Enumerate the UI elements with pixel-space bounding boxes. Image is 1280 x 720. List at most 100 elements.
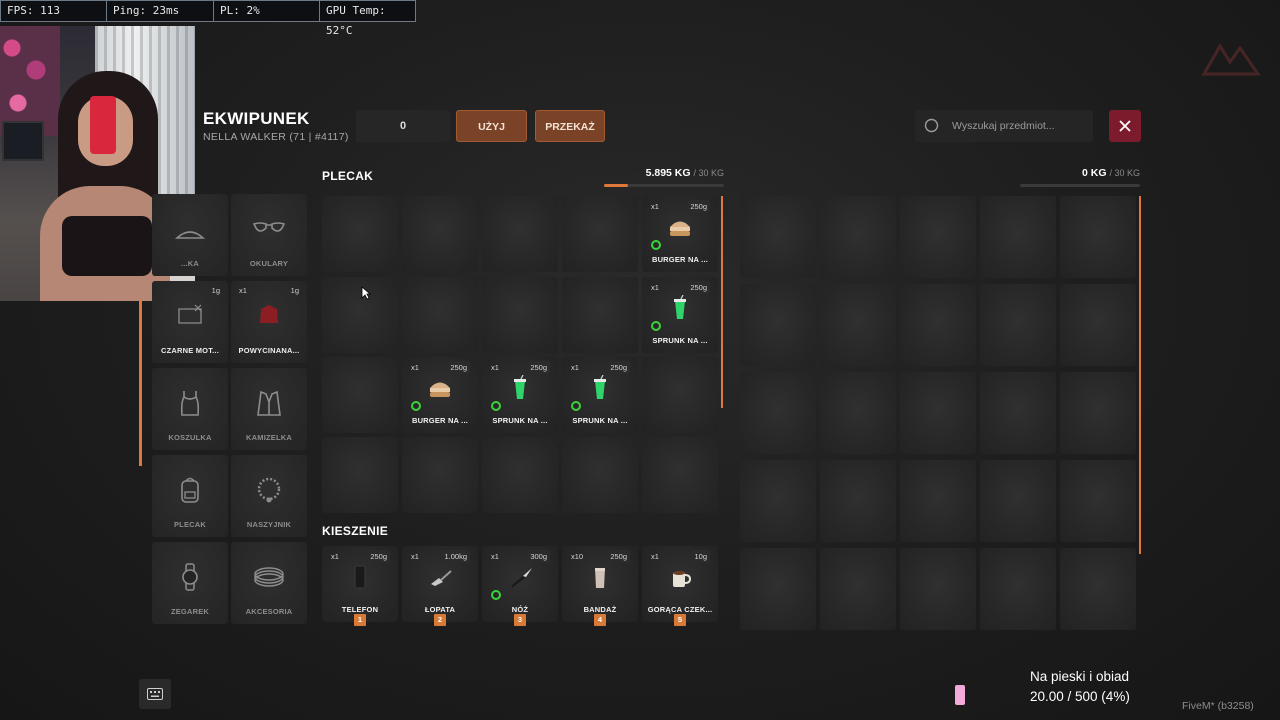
search-input[interactable]: Wyszukaj przedmiot... [915, 110, 1093, 142]
ground-weight-bar [1020, 184, 1140, 187]
inventory-slot[interactable]: x1 250g SPRUNK NA ... [562, 357, 638, 433]
equipment-slot-label: AKCESORIA [245, 607, 293, 616]
empty-slot[interactable] [562, 277, 638, 353]
equipment-slot[interactable]: PLECAK [152, 455, 228, 537]
equipment-scrollbar[interactable] [139, 300, 142, 466]
burger-icon [670, 221, 690, 236]
ground-slot[interactable] [820, 196, 896, 278]
ground-slot[interactable] [980, 460, 1056, 542]
empty-slot[interactable] [322, 277, 398, 353]
item-name: SPRUNK NA ... [652, 336, 708, 345]
empty-slot[interactable] [642, 357, 718, 433]
ground-slot[interactable] [740, 372, 816, 454]
task-status: Na pieski i obiad 20.00 / 500 (4%) [1030, 667, 1130, 707]
glasses-icon [252, 222, 286, 232]
item-quantity: x1 [411, 363, 419, 372]
ground-slot[interactable] [1060, 284, 1136, 366]
equipment-slot[interactable]: x1 1g POWYCINANA... [231, 281, 307, 363]
performance-overlay: FPS: 113 Ping: 23ms PL: 2% GPU Temp: 52°… [0, 0, 416, 37]
equipment-slot[interactable]: 1g CZARNE MOT... [152, 281, 228, 363]
empty-slot[interactable] [562, 196, 638, 272]
cup-icon [594, 375, 606, 399]
voice-indicator [955, 685, 965, 705]
equipment-slot[interactable]: OKULARY [231, 194, 307, 276]
empty-slot[interactable] [482, 437, 558, 513]
empty-slot[interactable] [402, 277, 478, 353]
equipment-slot-label: CZARNE MOT... [160, 346, 219, 355]
usable-indicator [491, 401, 501, 411]
pockets-title: KIESZENIE [322, 524, 389, 538]
item-quantity: x1 [491, 363, 499, 372]
ground-slot[interactable] [1060, 460, 1136, 542]
inventory-slot[interactable]: x1 250g BURGER NA ... [642, 196, 718, 272]
backpack-weight-fill [604, 184, 628, 187]
ground-slot[interactable] [820, 548, 896, 630]
item-weight: 250g [687, 281, 710, 294]
ground-slot[interactable] [900, 460, 976, 542]
inventory-slot[interactable]: x1 1.00kg ŁOPATA 2 [402, 546, 478, 626]
watch-icon [182, 563, 198, 591]
equipment-slot[interactable]: NASZYJNIK [231, 455, 307, 537]
inventory-slot[interactable]: x1 250g SPRUNK NA ... [642, 277, 718, 353]
use-button[interactable]: UŻYJ [456, 110, 527, 142]
inventory-slot[interactable]: x1 10g GORĄCA CZEK... 5 [642, 546, 718, 626]
equipment-slot[interactable]: ...KA [152, 194, 228, 276]
item-name: GORĄCA CZEK... [647, 605, 713, 614]
empty-slot[interactable] [482, 196, 558, 272]
ground-slot[interactable] [1060, 196, 1136, 278]
ground-slot[interactable] [900, 372, 976, 454]
ground-slot[interactable] [980, 372, 1056, 454]
item-weight: 250g [607, 550, 630, 563]
ground-slot[interactable] [1060, 548, 1136, 630]
empty-slot[interactable] [322, 357, 398, 433]
empty-slot[interactable] [322, 196, 398, 272]
equipment-slot[interactable]: AKCESORIA [231, 542, 307, 624]
empty-slot[interactable] [402, 196, 478, 272]
equipment-slot[interactable]: ZEGAREK [152, 542, 228, 624]
close-icon [1119, 120, 1131, 132]
inventory-slot[interactable]: x1 250g BURGER NA ... [402, 357, 478, 433]
ground-slot[interactable] [820, 460, 896, 542]
equipment-slot[interactable]: KAMIZELKA [231, 368, 307, 450]
equipment-slot[interactable]: KOSZULKA [152, 368, 228, 450]
ground-slot[interactable] [900, 548, 976, 630]
give-button[interactable]: PRZEKAŻ [535, 110, 605, 142]
empty-slot[interactable] [562, 437, 638, 513]
equipment-slot-label: POWYCINANA... [238, 346, 300, 355]
ground-scrollbar[interactable] [1139, 196, 1141, 554]
ground-slot[interactable] [980, 548, 1056, 630]
keyboard-button[interactable] [139, 679, 171, 709]
mouse-cursor-icon [361, 286, 371, 300]
ping-counter: Ping: 23ms [107, 1, 214, 21]
ground-slot[interactable] [820, 284, 896, 366]
empty-slot[interactable] [322, 437, 398, 513]
ground-slot[interactable] [820, 372, 896, 454]
task-progress: 20.00 / 500 (4%) [1030, 689, 1130, 704]
ground-slot[interactable] [980, 196, 1056, 278]
ground-slot[interactable] [1060, 372, 1136, 454]
empty-slot[interactable] [642, 437, 718, 513]
ground-slot[interactable] [740, 284, 816, 366]
amount-input[interactable]: 0 [356, 110, 450, 142]
empty-slot[interactable] [402, 437, 478, 513]
hotkey-badge: 3 [514, 614, 526, 626]
close-button[interactable] [1109, 110, 1141, 142]
cup-icon [674, 295, 686, 319]
hotkey-badge: 4 [594, 614, 606, 626]
empty-slot[interactable] [482, 277, 558, 353]
ground-slot[interactable] [900, 284, 976, 366]
fivem-build: FiveM* (b3258) [1182, 700, 1254, 712]
inventory-slot[interactable]: x10 250g BANDAŻ 4 [562, 546, 638, 626]
ground-slot[interactable] [900, 196, 976, 278]
equipment-slot-label: PLECAK [173, 520, 207, 529]
inventory-slot[interactable]: x1 250g TELEFON 1 [322, 546, 398, 626]
backpack-icon [181, 477, 199, 503]
item-quantity: x1 [571, 363, 579, 372]
ground-slot[interactable] [740, 548, 816, 630]
inventory-slot[interactable]: x1 250g SPRUNK NA ... [482, 357, 558, 433]
ground-slot[interactable] [980, 284, 1056, 366]
inventory-slot[interactable]: x1 300g NÓŻ 3 [482, 546, 558, 626]
backpack-scrollbar[interactable] [721, 196, 723, 408]
ground-slot[interactable] [740, 460, 816, 542]
ground-slot[interactable] [740, 196, 816, 278]
